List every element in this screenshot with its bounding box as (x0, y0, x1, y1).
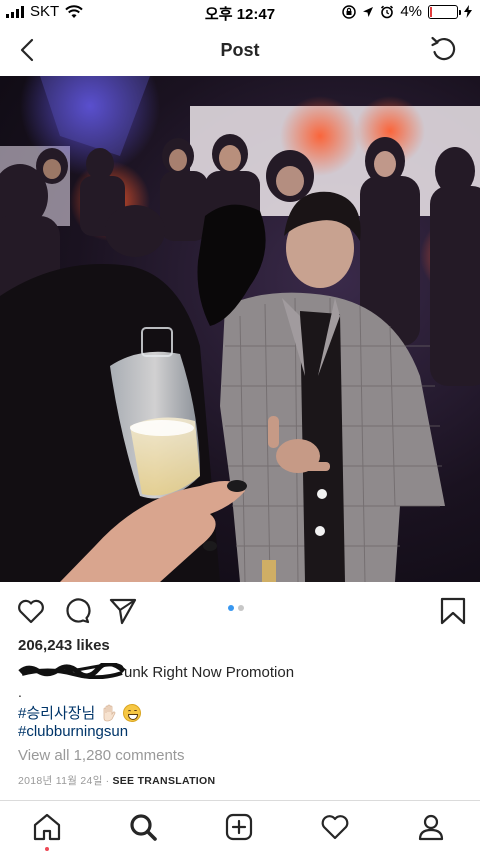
hashtag-link[interactable]: #승리사장님 (18, 702, 95, 723)
screen-lock-icon (342, 4, 357, 19)
activity-heart-icon[interactable] (319, 811, 351, 843)
bottom-tab-bar (0, 800, 480, 854)
carousel-dot (238, 605, 244, 611)
alarm-icon (381, 5, 394, 18)
heart-icon[interactable] (16, 596, 46, 626)
notification-dot (45, 847, 49, 851)
post-meta: 2018년 11월 24일 · SEE TRANSLATION (18, 773, 215, 788)
bookmark-icon[interactable] (438, 596, 468, 626)
comment-icon[interactable] (62, 596, 92, 626)
post-date: 2018년 11월 24일 (18, 775, 103, 787)
caption-dot: . (18, 684, 22, 700)
post-photo[interactable] (0, 76, 480, 582)
raised-hand-emoji-icon (103, 704, 116, 721)
battery-icon (428, 4, 461, 19)
page-title: Post (220, 39, 260, 60)
post-action-row (0, 590, 480, 630)
redacted-username-scribble (18, 663, 126, 679)
carousel-indicator (228, 605, 244, 611)
view-all-comments-link[interactable]: View all 1,280 comments (18, 747, 184, 764)
club-photo-image (0, 76, 480, 582)
location-icon (363, 6, 374, 17)
status-bar-right: 4% (342, 3, 472, 20)
hashtag-row: #승리사장님 (18, 702, 142, 723)
caption-text: unk Right Now Promotion (124, 664, 295, 681)
see-translation-link[interactable]: SEE TRANSLATION (112, 775, 215, 787)
search-icon[interactable] (127, 811, 159, 843)
nav-bar: Post (0, 24, 480, 76)
profile-icon[interactable] (415, 811, 447, 843)
home-icon[interactable] (31, 811, 63, 843)
carousel-dot-active (228, 605, 234, 611)
grinning-face-emoji-icon (123, 703, 142, 722)
status-bar: SKT 오후 12:47 4% (0, 0, 480, 24)
meta-separator: · (105, 775, 110, 787)
caption: unk Right Now Promotion (18, 663, 294, 681)
share-icon[interactable] (108, 596, 138, 626)
likes-count[interactable]: 206,243 likes (18, 637, 110, 654)
back-arrow-icon[interactable] (14, 36, 42, 64)
add-post-icon[interactable] (223, 811, 255, 843)
charging-bolt-icon (464, 5, 472, 18)
hashtag-link[interactable]: #clubburningsun (18, 723, 128, 740)
refresh-icon[interactable] (428, 33, 460, 65)
battery-percent: 4% (400, 3, 422, 20)
